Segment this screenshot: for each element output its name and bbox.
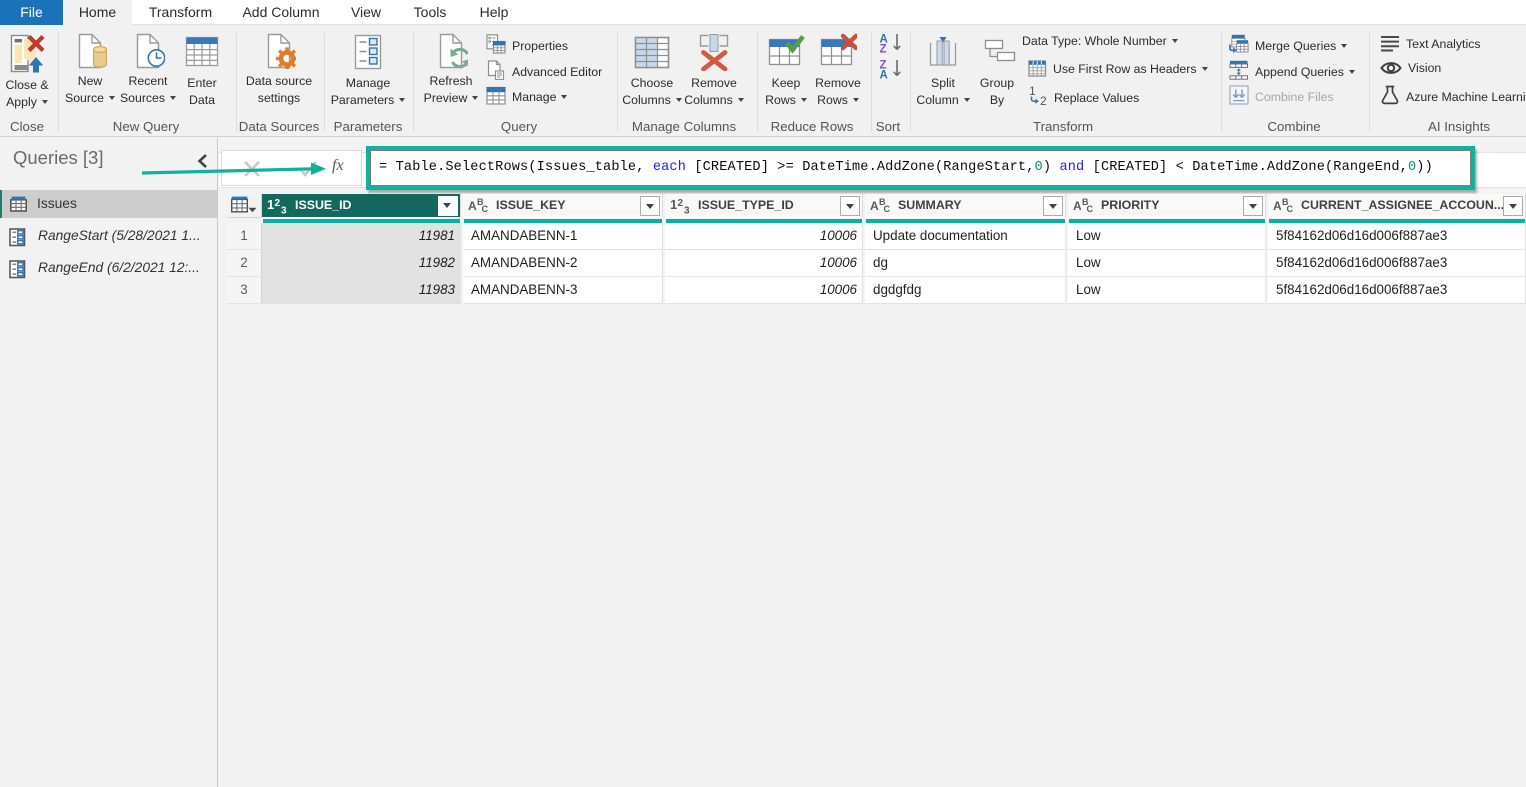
- svg-text:Z: Z: [880, 44, 887, 54]
- svg-text:C: C: [1287, 204, 1294, 214]
- svg-text:C: C: [884, 204, 891, 214]
- svg-text:A: A: [1273, 199, 1282, 213]
- svg-text:2: 2: [275, 198, 281, 209]
- svg-text:1: 1: [1029, 85, 1036, 98]
- svg-text:C: C: [482, 204, 489, 214]
- svg-text:A: A: [870, 199, 879, 213]
- svg-text:3: 3: [281, 206, 287, 216]
- svg-text:A: A: [1073, 199, 1082, 213]
- svg-text:3: 3: [684, 206, 690, 216]
- svg-text:2: 2: [1040, 94, 1047, 106]
- svg-text:1: 1: [670, 197, 677, 212]
- svg-text:C: C: [1087, 204, 1094, 214]
- svg-text:2: 2: [678, 198, 684, 209]
- svg-text:A: A: [880, 70, 888, 80]
- svg-text:A: A: [468, 199, 477, 213]
- svg-text:1: 1: [267, 197, 274, 212]
